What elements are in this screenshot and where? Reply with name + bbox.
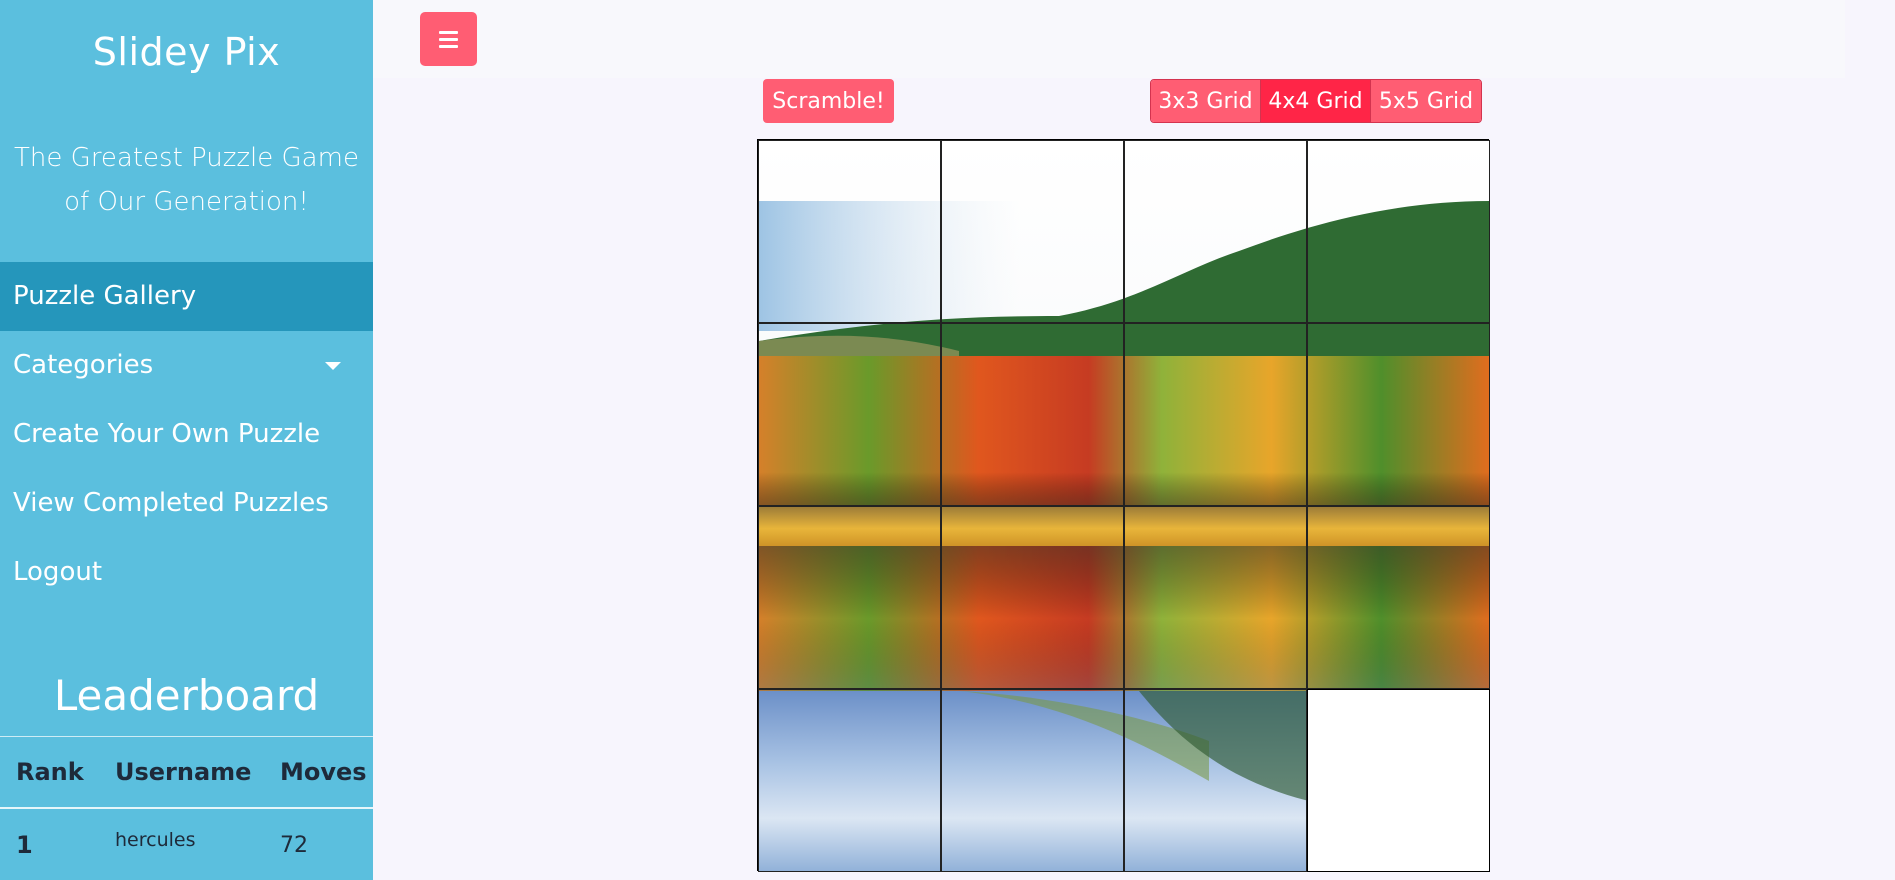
nav-categories[interactable]: Categories xyxy=(0,331,373,400)
puzzle-tile[interactable] xyxy=(758,323,941,506)
sidebar-nav: Puzzle Gallery Categories Create Your Ow… xyxy=(0,262,373,607)
grid-4x4-button[interactable]: 4x4 Grid xyxy=(1261,80,1371,122)
nav-logout[interactable]: Logout xyxy=(0,538,373,607)
puzzle-board xyxy=(757,139,1490,872)
nav-logout-label: Logout xyxy=(13,557,103,587)
row-username: hercules xyxy=(115,829,196,851)
caret-down-icon xyxy=(325,362,341,370)
grid-3x3-button[interactable]: 3x3 Grid xyxy=(1151,80,1261,122)
brand-title[interactable]: Slidey Pix xyxy=(0,30,373,74)
puzzle-tile[interactable] xyxy=(1307,506,1490,689)
puzzle-empty-slot xyxy=(1307,689,1490,872)
leaderboard-table: Rank Username Moves 1 hercules 72 xyxy=(0,736,373,869)
puzzle-tile[interactable] xyxy=(758,689,941,872)
grid-size-selector: 3x3 Grid 4x4 Grid 5x5 Grid xyxy=(1150,79,1482,123)
header-rank: Rank xyxy=(16,758,84,786)
puzzle-tile[interactable] xyxy=(941,323,1124,506)
nav-puzzle-gallery-label: Puzzle Gallery xyxy=(13,281,197,311)
puzzle-tile[interactable] xyxy=(1307,140,1490,323)
leaderboard-title: Leaderboard xyxy=(53,671,320,720)
nav-completed-label: View Completed Puzzles xyxy=(13,488,329,518)
tagline: The Greatest Puzzle Game of Our Generati… xyxy=(14,143,359,217)
hamburger-bar xyxy=(439,37,458,41)
nav-completed-puzzles[interactable]: View Completed Puzzles xyxy=(0,469,373,538)
grid-5x5-button[interactable]: 5x5 Grid xyxy=(1371,80,1481,122)
nav-puzzle-gallery[interactable]: Puzzle Gallery xyxy=(0,262,373,331)
header-moves: Moves xyxy=(280,758,367,786)
puzzle-tile[interactable] xyxy=(941,140,1124,323)
hamburger-menu-icon xyxy=(439,30,458,34)
nav-categories-label: Categories xyxy=(13,350,154,380)
row-moves: 72 xyxy=(280,832,308,858)
nav-create-label: Create Your Own Puzzle xyxy=(13,419,321,449)
scramble-button[interactable]: Scramble! xyxy=(763,79,894,123)
menu-toggle-button[interactable] xyxy=(420,12,477,66)
nav-create-puzzle[interactable]: Create Your Own Puzzle xyxy=(0,400,373,469)
header-username: Username xyxy=(115,758,252,786)
leaderboard-header: Rank Username Moves xyxy=(0,737,373,809)
puzzle-tile[interactable] xyxy=(941,689,1124,872)
puzzle-tile[interactable] xyxy=(1124,506,1307,689)
sidebar: Slidey Pix The Greatest Puzzle Game of O… xyxy=(0,0,373,880)
table-row: 1 hercules 72 xyxy=(0,809,373,869)
puzzle-tile[interactable] xyxy=(1124,323,1307,506)
puzzle-tile[interactable] xyxy=(1307,323,1490,506)
puzzle-tile[interactable] xyxy=(1124,689,1307,872)
hamburger-bar xyxy=(439,44,458,48)
puzzle-tile[interactable] xyxy=(758,506,941,689)
puzzle-tile[interactable] xyxy=(941,506,1124,689)
puzzle-tile[interactable] xyxy=(1124,140,1307,323)
puzzle-tile[interactable] xyxy=(758,140,941,323)
top-bar xyxy=(373,0,1845,78)
row-rank: 1 xyxy=(16,831,33,859)
